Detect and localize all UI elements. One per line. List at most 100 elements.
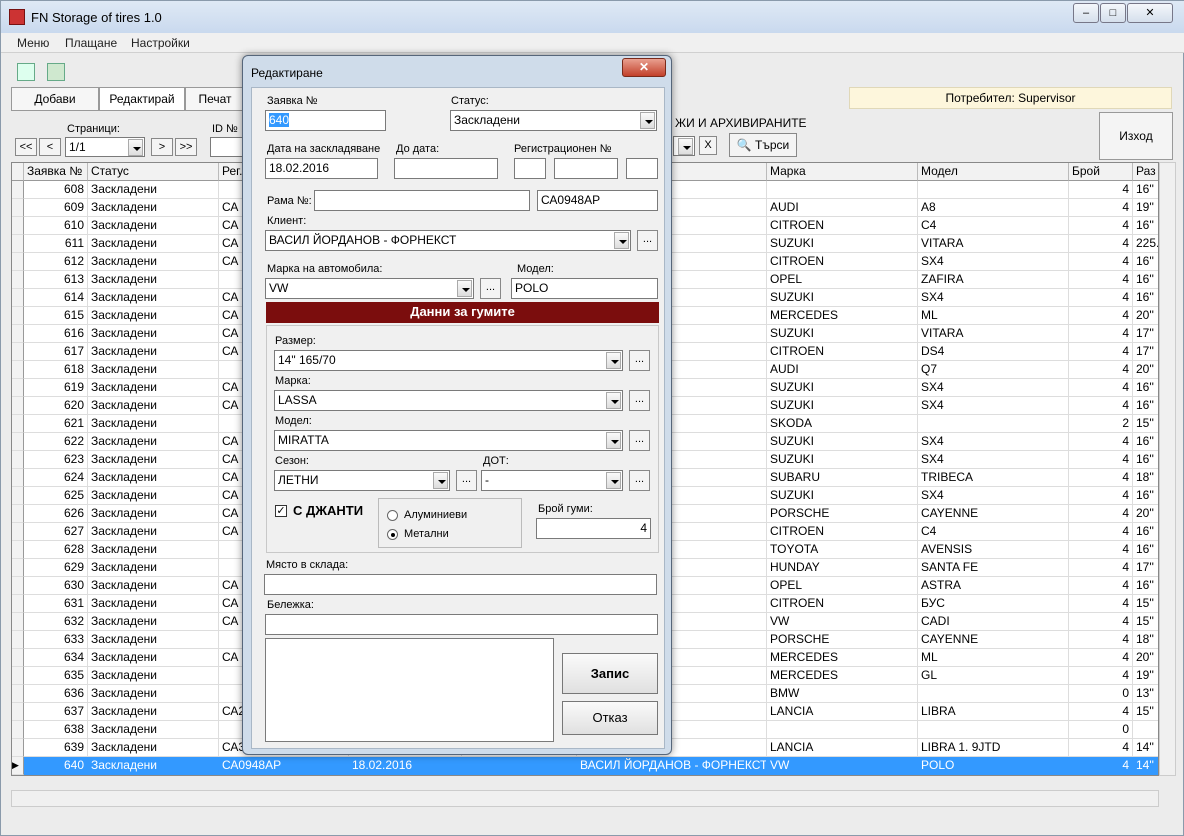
prev-page-button[interactable]: < bbox=[39, 138, 61, 156]
row-selector[interactable] bbox=[12, 307, 24, 325]
add-button[interactable]: Добави bbox=[11, 87, 99, 111]
maximize-button[interactable]: □ bbox=[1100, 3, 1126, 23]
table-cell-model: POLO bbox=[918, 757, 1069, 775]
carmake-more-button[interactable]: ... bbox=[480, 278, 501, 299]
row-selector[interactable] bbox=[12, 721, 24, 739]
report-icon[interactable] bbox=[17, 63, 35, 81]
season-select[interactable]: ЛЕТНИ bbox=[274, 470, 450, 491]
column-header[interactable]: Брой bbox=[1069, 163, 1133, 181]
row-selector[interactable] bbox=[12, 253, 24, 271]
table-row[interactable]: ▶ 640 Заскладени СА0948АР 18.02.2016 ВАСИЛ ЙО… bbox=[12, 757, 1158, 775]
season-more-button[interactable]: ... bbox=[456, 470, 477, 491]
rims-checkbox[interactable]: ✓ bbox=[275, 505, 287, 517]
rim-steel-radio[interactable] bbox=[387, 529, 398, 540]
save-button[interactable]: Запис bbox=[562, 653, 658, 694]
size-select[interactable]: 14" 165/70 bbox=[274, 350, 623, 371]
status-value: Заскладени bbox=[454, 113, 520, 127]
vertical-scrollbar[interactable] bbox=[1159, 162, 1176, 776]
filter-select[interactable] bbox=[673, 136, 695, 156]
row-selector[interactable] bbox=[12, 379, 24, 397]
rim-alu-radio[interactable] bbox=[387, 510, 398, 521]
column-header[interactable]: Статус bbox=[88, 163, 219, 181]
minimize-button[interactable]: – bbox=[1073, 3, 1099, 23]
page-select[interactable]: 1/1 bbox=[65, 137, 145, 157]
edit-button[interactable]: Редактирай bbox=[99, 87, 185, 111]
tire-model-more-button[interactable]: ... bbox=[629, 430, 650, 451]
frame-reg-input[interactable]: СА0948АР bbox=[537, 190, 658, 211]
column-header[interactable]: Модел bbox=[918, 163, 1069, 181]
excel-icon[interactable] bbox=[47, 63, 65, 81]
frame-input[interactable] bbox=[314, 190, 530, 211]
cancel-button[interactable]: Отказ bbox=[562, 701, 658, 735]
row-selector[interactable] bbox=[12, 631, 24, 649]
horizontal-scrollbar[interactable] bbox=[11, 790, 1159, 807]
row-selector[interactable] bbox=[12, 217, 24, 235]
notes-textarea[interactable] bbox=[265, 638, 554, 742]
column-header[interactable]: Заявка № bbox=[24, 163, 88, 181]
size-more-button[interactable]: ... bbox=[629, 350, 650, 371]
row-selector[interactable] bbox=[12, 415, 24, 433]
reg-input-1[interactable] bbox=[514, 158, 546, 179]
row-selector[interactable] bbox=[12, 325, 24, 343]
size-label: Размер: bbox=[275, 335, 316, 347]
row-selector[interactable] bbox=[12, 451, 24, 469]
row-selector[interactable] bbox=[12, 343, 24, 361]
todate-input[interactable] bbox=[394, 158, 498, 179]
close-button[interactable]: ✕ bbox=[1127, 3, 1173, 23]
id-input[interactable] bbox=[210, 137, 244, 157]
row-selector[interactable] bbox=[12, 739, 24, 757]
row-selector[interactable] bbox=[12, 577, 24, 595]
client-select[interactable]: ВАСИЛ ЙОРДАНОВ - ФОРНЕКСТ bbox=[265, 230, 631, 251]
tire-model-select[interactable]: MIRATTA bbox=[274, 430, 623, 451]
dialog-close-button[interactable]: ✕ bbox=[622, 58, 666, 77]
note-input[interactable] bbox=[265, 614, 658, 635]
row-selector[interactable] bbox=[12, 685, 24, 703]
row-selector[interactable] bbox=[12, 433, 24, 451]
menu-item-settings[interactable]: Настройки bbox=[131, 36, 190, 50]
tire-make-more-button[interactable]: ... bbox=[629, 390, 650, 411]
reg-input-3[interactable] bbox=[626, 158, 658, 179]
menu-item-menu[interactable]: Меню bbox=[17, 36, 49, 50]
row-selector[interactable] bbox=[12, 595, 24, 613]
column-header[interactable]: Раз bbox=[1133, 163, 1158, 181]
row-selector[interactable] bbox=[12, 235, 24, 253]
row-selector[interactable] bbox=[12, 649, 24, 667]
dot-more-button[interactable]: ... bbox=[629, 470, 650, 491]
row-selector[interactable] bbox=[12, 181, 24, 199]
row-selector[interactable] bbox=[12, 487, 24, 505]
row-selector[interactable] bbox=[12, 523, 24, 541]
first-page-button[interactable]: << bbox=[15, 138, 37, 156]
reg-input-2[interactable] bbox=[554, 158, 618, 179]
dot-select[interactable]: - bbox=[481, 470, 623, 491]
tire-make-select[interactable]: LASSA bbox=[274, 390, 623, 411]
last-page-button[interactable]: >> bbox=[175, 138, 197, 156]
carmake-select[interactable]: VW bbox=[265, 278, 474, 299]
row-selector[interactable] bbox=[12, 469, 24, 487]
print-button[interactable]: Печат bbox=[185, 87, 245, 111]
row-selector[interactable] bbox=[12, 613, 24, 631]
order-input[interactable]: 640 bbox=[265, 110, 386, 131]
menu-item-payment[interactable]: Плащане bbox=[65, 36, 117, 50]
row-selector[interactable]: ▶ bbox=[12, 757, 24, 775]
place-input[interactable] bbox=[264, 574, 657, 595]
row-selector[interactable] bbox=[12, 199, 24, 217]
row-selector[interactable] bbox=[12, 289, 24, 307]
status-select[interactable]: Заскладени bbox=[450, 110, 657, 131]
row-selector[interactable] bbox=[12, 397, 24, 415]
exit-button[interactable]: Изход bbox=[1099, 112, 1173, 160]
clear-filter-button[interactable]: X bbox=[699, 136, 717, 155]
next-page-button[interactable]: > bbox=[151, 138, 173, 156]
carmodel-input[interactable]: POLO bbox=[511, 278, 658, 299]
row-selector[interactable] bbox=[12, 505, 24, 523]
row-selector[interactable] bbox=[12, 703, 24, 721]
row-selector[interactable] bbox=[12, 559, 24, 577]
row-selector[interactable] bbox=[12, 667, 24, 685]
date-input[interactable]: 18.02.2016 bbox=[265, 158, 378, 179]
row-selector[interactable] bbox=[12, 271, 24, 289]
row-selector[interactable] bbox=[12, 541, 24, 559]
row-selector[interactable] bbox=[12, 361, 24, 379]
search-button[interactable]: 🔍 Търси bbox=[729, 133, 797, 157]
client-more-button[interactable]: ... bbox=[637, 230, 658, 251]
count-input[interactable]: 4 bbox=[536, 518, 651, 539]
column-header[interactable]: Марка bbox=[767, 163, 918, 181]
